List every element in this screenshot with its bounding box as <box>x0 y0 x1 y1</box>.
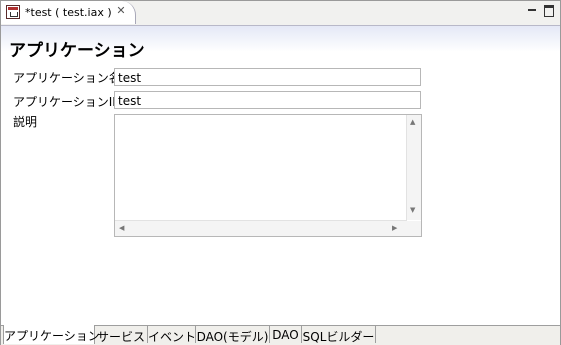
editor-tab-title: *test ( test.iax ) <box>25 6 112 19</box>
minimize-icon[interactable] <box>527 6 537 16</box>
maximize-icon[interactable] <box>544 5 554 17</box>
editor-tab[interactable]: *test ( test.iax ) ✕ <box>1 1 136 24</box>
editor-window: *test ( test.iax ) ✕ アプリケーション アプリケーション名 … <box>0 0 561 345</box>
tab-application[interactable]: アプリケーション <box>3 325 100 344</box>
description-textarea[interactable]: ▲ ▼ ◀ ▶ <box>114 114 422 237</box>
app-id-label: アプリケーションID <box>13 95 122 109</box>
application-editor-icon <box>6 5 20 19</box>
scroll-down-icon[interactable]: ▼ <box>410 207 415 214</box>
tab-service[interactable]: サービス <box>95 326 148 344</box>
horizontal-scrollbar[interactable]: ◀ ▶ <box>115 220 407 236</box>
page-header: アプリケーション <box>1 26 560 61</box>
scroll-left-icon[interactable]: ◀ <box>119 225 124 232</box>
close-icon[interactable]: ✕ <box>115 5 127 17</box>
scrollbar-corner <box>407 221 421 236</box>
page-title: アプリケーション <box>9 41 145 61</box>
app-name-label: アプリケーション名 <box>13 71 121 85</box>
tab-dao-model[interactable]: DAO(モデル) <box>196 326 270 344</box>
editor-tab-strip: *test ( test.iax ) ✕ <box>1 1 560 26</box>
page-tabs: アプリケーション サービス イベント DAO(モデル) DAO SQLビルダー <box>1 325 560 345</box>
scroll-up-icon[interactable]: ▲ <box>410 119 415 126</box>
scroll-right-icon[interactable]: ▶ <box>392 225 397 232</box>
tab-event[interactable]: イベント <box>148 326 196 344</box>
description-label: 説明 <box>13 115 38 129</box>
app-id-field[interactable]: test <box>114 91 421 109</box>
tab-dao[interactable]: DAO <box>270 326 302 343</box>
tab-sql-builder[interactable]: SQLビルダー <box>302 326 376 344</box>
vertical-scrollbar[interactable]: ▲ ▼ <box>406 115 421 220</box>
app-name-field[interactable]: test <box>114 68 421 86</box>
